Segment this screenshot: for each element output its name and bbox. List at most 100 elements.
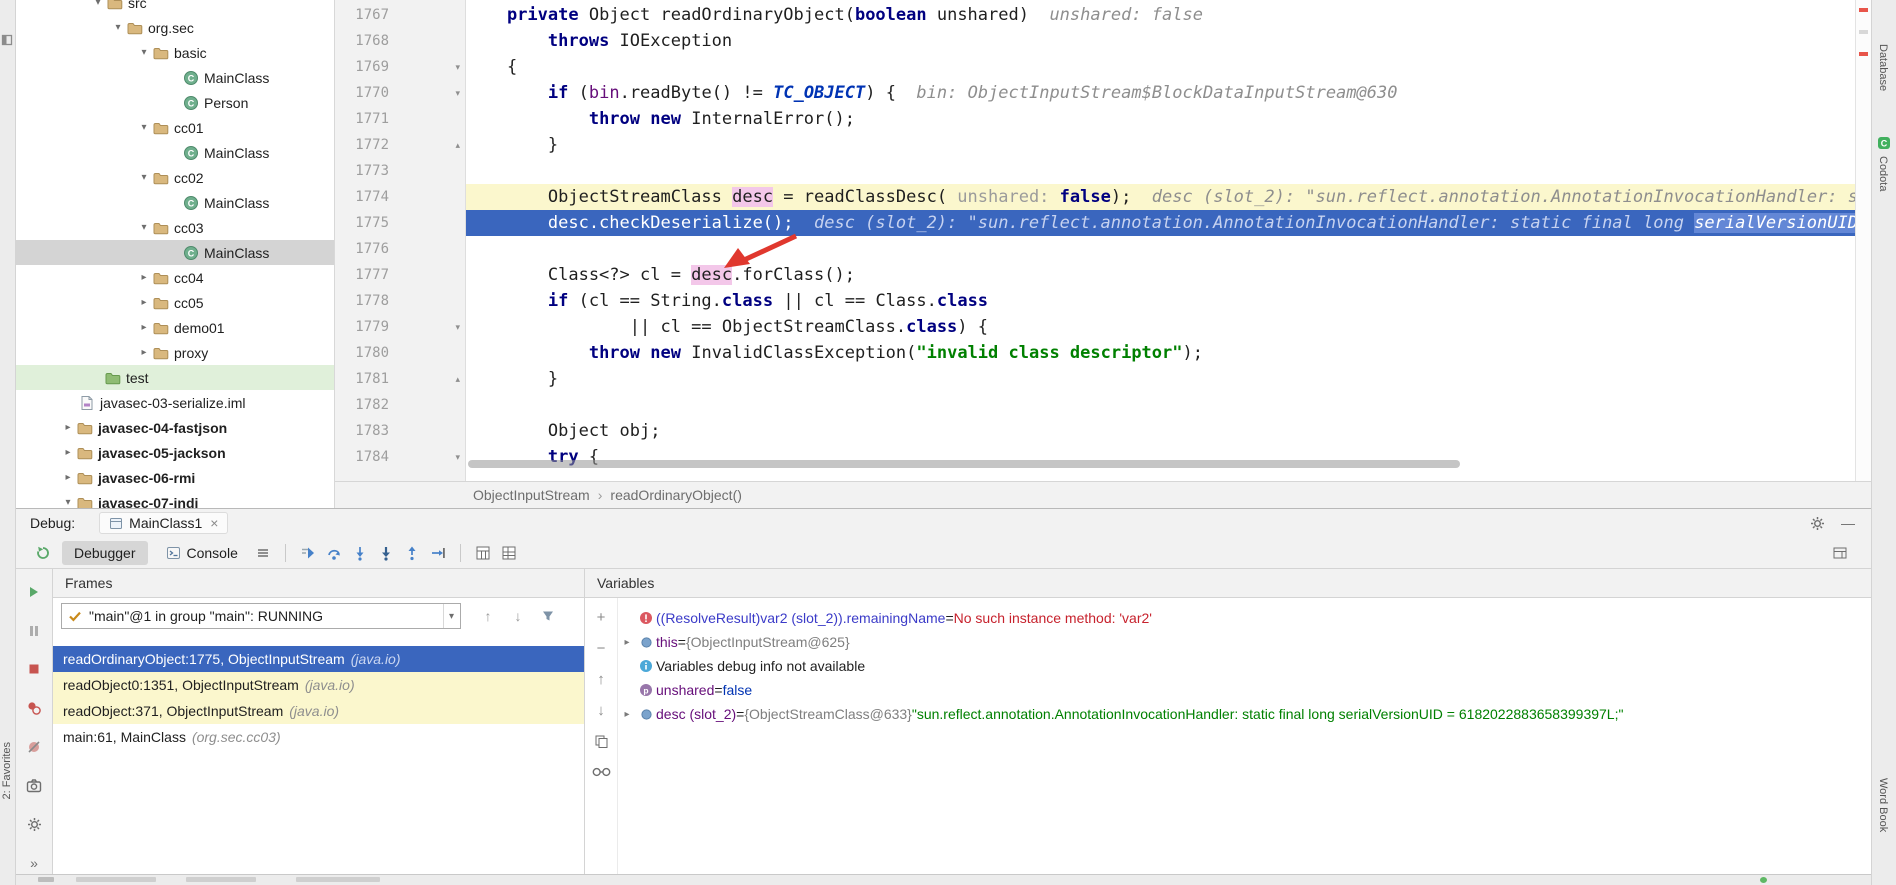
frame-row[interactable]: main:61, MainClass (org.sec.cc03) — [53, 724, 584, 750]
chevron-right-icon[interactable]: ▸ — [618, 709, 636, 720]
variable-row[interactable]: ▸ desc (slot_2) = {ObjectStreamClass@633}… — [618, 702, 1871, 726]
status-item[interactable] — [38, 877, 54, 882]
move-down-button[interactable]: ↓ — [505, 605, 531, 627]
evaluate-expression-button[interactable] — [470, 542, 496, 564]
chevron-down-icon[interactable]: ▾ — [136, 222, 152, 233]
tree-item-javasec-03-serialize-iml[interactable]: javasec-03-serialize.iml — [16, 390, 334, 415]
tree-item-org-sec[interactable]: ▾ org.sec — [16, 15, 334, 40]
chevron-down-icon[interactable]: ▾ — [110, 22, 126, 33]
step-into-button[interactable] — [347, 542, 373, 564]
show-execution-point-button[interactable] — [295, 542, 321, 564]
tree-item-javasec-06-rmi[interactable]: ▸ javasec-06-rmi — [16, 465, 334, 490]
code-line-1771[interactable]: throw new InternalError(); — [466, 106, 1855, 132]
dock-tab-database[interactable]: Database — [1877, 44, 1889, 91]
chevron-right-icon[interactable]: ▸ — [136, 272, 152, 283]
tree-item-mainclass[interactable]: C MainClass — [16, 240, 334, 265]
move-up-button[interactable]: ↑ — [588, 668, 614, 690]
debugger-settings-button[interactable] — [21, 814, 47, 836]
tree-item-mainclass[interactable]: C MainClass — [16, 190, 334, 215]
tree-item-person[interactable]: C Person — [16, 90, 334, 115]
resume-button[interactable] — [21, 581, 47, 603]
close-icon[interactable]: × — [210, 515, 218, 531]
error-stripe[interactable] — [1855, 0, 1871, 481]
stripe-mark[interactable] — [1859, 30, 1868, 34]
tree-item-proxy[interactable]: ▸ proxy — [16, 340, 334, 365]
variable-row[interactable]: ▸ this = {ObjectInputStream@625} — [618, 630, 1871, 654]
code-line-1773[interactable] — [466, 158, 1855, 184]
breadcrumb-item[interactable]: readOrdinaryObject() — [610, 487, 742, 503]
chevron-right-icon[interactable]: ▸ — [136, 322, 152, 333]
tree-item-src[interactable]: ▾ src — [16, 0, 334, 15]
thread-dropdown[interactable]: "main"@1 in group "main": RUNNING ▾ — [61, 603, 461, 629]
force-step-into-button[interactable] — [373, 542, 399, 564]
tree-item-mainclass[interactable]: C MainClass — [16, 65, 334, 90]
breadcrumb-item[interactable]: ObjectInputStream — [473, 487, 590, 503]
code-line-1776[interactable] — [466, 236, 1855, 262]
status-item[interactable] — [76, 877, 156, 882]
code-line-1767[interactable]: private Object readOrdinaryObject(boolea… — [466, 2, 1855, 28]
tree-item-javasec-05-jackson[interactable]: ▸ javasec-05-jackson — [16, 440, 334, 465]
fold-marker-icon[interactable]: ▴ — [455, 366, 460, 392]
fold-marker-icon[interactable]: ▾ — [455, 444, 460, 470]
code-line-1774[interactable]: ObjectStreamClass desc = readClassDesc( … — [466, 184, 1855, 210]
code-line-1782[interactable] — [466, 392, 1855, 418]
dock-tab-word-book[interactable]: Word Book — [1877, 778, 1889, 832]
code-line-1781[interactable]: } — [466, 366, 1855, 392]
variable-row[interactable]: ((ResolveResult)var2 (slot_2)).remaining… — [618, 606, 1871, 630]
chevron-right-icon[interactable]: ▸ — [60, 472, 76, 483]
stop-button[interactable] — [21, 659, 47, 681]
editor-code-pane[interactable]: private Object readOrdinaryObject(boolea… — [466, 0, 1855, 481]
dock-tab-codota[interactable]: Codota — [1877, 156, 1889, 191]
frame-row[interactable]: readOrdinaryObject:1775, ObjectInputStre… — [53, 646, 584, 672]
chevron-right-icon[interactable]: ▸ — [60, 422, 76, 433]
status-item[interactable] — [296, 877, 380, 882]
pause-button[interactable] — [21, 620, 47, 642]
codota-icon[interactable]: C — [1877, 136, 1891, 150]
duplicate-button[interactable] — [588, 730, 614, 752]
frame-row[interactable]: readObject0:1351, ObjectInputStream (java… — [53, 672, 584, 698]
code-line-1779[interactable]: || cl == ObjectStreamClass.class) { — [466, 314, 1855, 340]
view-breakpoints-button[interactable] — [21, 697, 47, 719]
toolbar-menu-button[interactable] — [250, 542, 276, 564]
tree-item-cc04[interactable]: ▸ cc04 — [16, 265, 334, 290]
chevron-down-icon[interactable]: ▾ — [136, 172, 152, 183]
tree-item-demo01[interactable]: ▸ demo01 — [16, 315, 334, 340]
tree-item-cc02[interactable]: ▾ cc02 — [16, 165, 334, 190]
remove-watch-button[interactable]: − — [588, 637, 614, 659]
tree-item-mainclass[interactable]: C MainClass — [16, 140, 334, 165]
add-watch-button[interactable]: + — [588, 606, 614, 628]
tool-window-icon[interactable] — [1, 34, 13, 46]
code-line-1768[interactable]: throws IOException — [466, 28, 1855, 54]
code-line-1770[interactable]: if (bin.readByte() != TC_OBJECT) { bin: … — [466, 80, 1855, 106]
restore-layout-button[interactable] — [1827, 542, 1871, 564]
move-up-button[interactable]: ↑ — [475, 605, 501, 627]
variable-row[interactable]: p unshared = false — [618, 678, 1871, 702]
code-line-1775[interactable]: desc.checkDeserialize(); desc (slot_2): … — [466, 210, 1855, 236]
chevron-down-icon[interactable]: ▾ — [136, 122, 152, 133]
code-line-1783[interactable]: Object obj; — [466, 418, 1855, 444]
tree-item-cc03[interactable]: ▾ cc03 — [16, 215, 334, 240]
dock-tab-favorites[interactable]: 2: Favorites — [1, 742, 13, 799]
chevron-down-icon[interactable]: ▾ — [90, 0, 106, 8]
horizontal-scrollbar[interactable] — [468, 460, 1460, 468]
more-button[interactable]: » — [21, 852, 47, 874]
settings-gear-icon[interactable] — [1810, 516, 1825, 531]
fold-marker-icon[interactable]: ▾ — [455, 314, 460, 340]
debug-session-tab[interactable]: MainClass1 × — [99, 512, 229, 534]
code-line-1777[interactable]: Class<?> cl = desc.forClass(); — [466, 262, 1855, 288]
chevron-right-icon[interactable]: ▸ — [136, 347, 152, 358]
show-watches-button[interactable] — [588, 761, 614, 783]
thread-dump-button[interactable] — [21, 775, 47, 797]
tree-item-javasec-07-indi[interactable]: ▾ javasec-07-indi — [16, 490, 334, 508]
fold-marker-icon[interactable]: ▾ — [455, 54, 460, 80]
filter-button[interactable] — [535, 605, 561, 627]
rerun-button[interactable] — [30, 542, 56, 564]
run-to-cursor-button[interactable] — [425, 542, 451, 564]
tree-item-test[interactable]: test — [16, 365, 334, 390]
tab-console[interactable]: Console — [154, 541, 250, 565]
chevron-right-icon[interactable]: ▸ — [60, 447, 76, 458]
code-line-1778[interactable]: if (cl == String.class || cl == Class.cl… — [466, 288, 1855, 314]
status-item[interactable] — [186, 877, 256, 882]
code-line-1772[interactable]: } — [466, 132, 1855, 158]
code-line-1780[interactable]: throw new InvalidClassException("invalid… — [466, 340, 1855, 366]
